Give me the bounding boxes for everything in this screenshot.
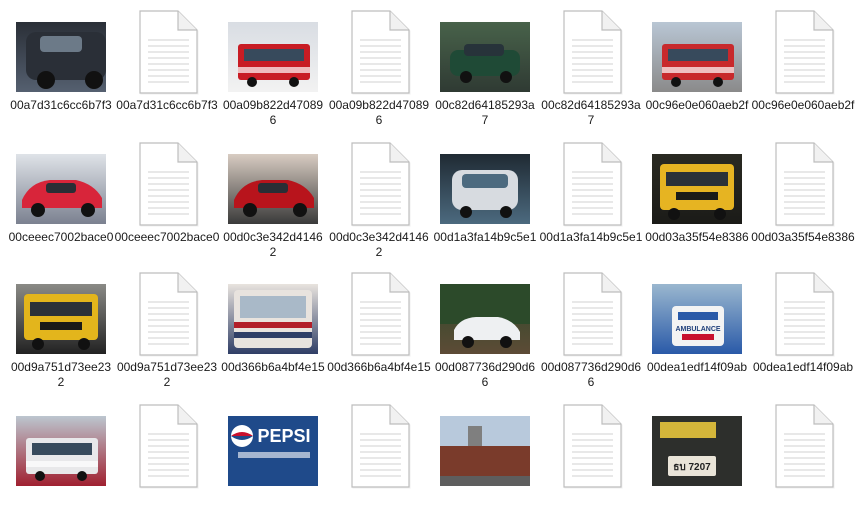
photo-ambulance-icon: AMBULANCE — [652, 284, 742, 354]
image-file-item[interactable]: 00ceeec7002bace0 — [8, 140, 114, 270]
file-name-label: 00c96e0e060aeb2f — [751, 98, 855, 112]
document-icon — [770, 10, 836, 96]
document-file-item[interactable]: 00ceeec7002bace0 — [114, 140, 220, 270]
image-file-item[interactable]: PEPSI — [220, 402, 326, 532]
document-icon — [770, 272, 836, 358]
file-name-label: 00a09b822d470896 — [328, 98, 430, 127]
file-name-label: 00a7d31c6cc6b7f3 — [116, 98, 218, 112]
file-name-label: 00d0c3e342d41462 — [329, 230, 429, 259]
document-icon — [770, 142, 836, 228]
document-icon — [134, 10, 200, 96]
file-name-label: 00d1a3fa14b9c5e1 — [433, 230, 537, 244]
document-icon — [134, 404, 200, 490]
document-icon — [558, 142, 624, 228]
file-name-label: 00c82d64185293a7 — [541, 98, 641, 127]
file-name-label: 00d087736d290d66 — [540, 360, 642, 389]
document-file-item[interactable]: 00d366b6a4bf4e15 — [326, 270, 432, 400]
document-icon — [346, 142, 412, 228]
file-name-label: 00dea1edf14f09ab — [752, 360, 854, 374]
image-file-item[interactable]: ธบ 7207 — [644, 402, 750, 532]
document-icon — [558, 404, 624, 490]
file-name-label: 00ceeec7002bace0 — [114, 230, 220, 244]
file-name-label: 00a09b822d470896 — [222, 98, 324, 127]
file-name-label: 00d9a751d73ee232 — [116, 360, 218, 389]
document-file-item[interactable]: 00d9a751d73ee232 — [114, 270, 220, 400]
photo-green-car-icon — [440, 22, 530, 92]
photo-white-car-forest-icon — [440, 284, 530, 354]
photo-bus-street-icon — [16, 416, 106, 486]
file-name-label: 00a7d31c6cc6b7f3 — [10, 98, 112, 112]
document-file-item[interactable]: 00d1a3fa14b9c5e1 — [538, 140, 644, 270]
plate-text: ธบ 7207 — [673, 462, 711, 473]
image-file-item[interactable]: 00c82d64185293a7 — [432, 8, 538, 138]
photo-red-bus-icon — [652, 22, 742, 92]
document-file-item[interactable]: 00c96e0e060aeb2f — [750, 8, 855, 138]
image-file-item[interactable]: AMBULANCE 00dea1edf14f09ab — [644, 270, 750, 400]
file-name-label: 00d087736d290d66 — [434, 360, 536, 389]
document-file-item[interactable] — [114, 402, 220, 532]
file-name-label: 00c96e0e060aeb2f — [645, 98, 749, 112]
file-name-label: 00d366b6a4bf4e15 — [221, 360, 325, 374]
pepsi-label: PEPSI — [257, 426, 310, 446]
photo-dark-car-icon — [16, 22, 106, 92]
document-icon — [346, 272, 412, 358]
file-name-label: 00d03a35f54e8386 — [645, 230, 749, 244]
file-name-label: 00dea1edf14f09ab — [646, 360, 748, 374]
document-icon — [134, 272, 200, 358]
photo-red-hatchback-icon — [16, 154, 106, 224]
image-file-item[interactable]: 00a7d31c6cc6b7f3 — [8, 8, 114, 138]
document-file-item[interactable]: 00d03a35f54e8386 — [750, 140, 855, 270]
document-icon — [134, 142, 200, 228]
document-file-item[interactable]: 00a09b822d470896 — [326, 8, 432, 138]
file-name-label: 00c82d64185293a7 — [435, 98, 535, 127]
photo-yellow-bus-icon — [652, 154, 742, 224]
document-icon — [558, 10, 624, 96]
file-name-label: 00d0c3e342d41462 — [223, 230, 323, 259]
photo-red-white-bus-icon — [228, 22, 318, 92]
image-file-item[interactable]: 00d366b6a4bf4e15 — [220, 270, 326, 400]
document-file-item[interactable] — [538, 402, 644, 532]
file-name-label: 00d03a35f54e8386 — [751, 230, 855, 244]
photo-yellow-school-bus-icon — [16, 284, 106, 354]
document-icon — [346, 404, 412, 490]
image-file-item[interactable]: 00d087736d290d66 — [432, 270, 538, 400]
file-name-label: 00d366b6a4bf4e15 — [327, 360, 431, 374]
photo-vintage-bus-icon — [228, 284, 318, 354]
image-file-item[interactable]: 00a09b822d470896 — [220, 8, 326, 138]
photo-silver-van-icon — [440, 154, 530, 224]
image-file-item[interactable]: 00d0c3e342d41462 — [220, 140, 326, 270]
image-file-item[interactable] — [8, 402, 114, 532]
ambulance-label: AMBULANCE — [675, 326, 720, 333]
photo-red-sports-car-icon — [228, 154, 318, 224]
document-file-item[interactable]: 00d0c3e342d41462 — [326, 140, 432, 270]
document-file-item[interactable]: 00c82d64185293a7 — [538, 8, 644, 138]
image-file-item[interactable]: 00d1a3fa14b9c5e1 — [432, 140, 538, 270]
document-file-item[interactable]: 00d087736d290d66 — [538, 270, 644, 400]
image-file-item[interactable]: 00d9a751d73ee232 — [8, 270, 114, 400]
document-icon — [346, 10, 412, 96]
document-icon — [770, 404, 836, 490]
document-file-item[interactable]: 00dea1edf14f09ab — [750, 270, 855, 400]
image-file-item[interactable]: 00c96e0e060aeb2f — [644, 8, 750, 138]
image-file-item[interactable]: 00d03a35f54e8386 — [644, 140, 750, 270]
document-file-item[interactable] — [750, 402, 855, 532]
photo-license-plate-icon: ธบ 7207 — [652, 416, 742, 486]
photo-brick-street-icon — [440, 416, 530, 486]
file-name-label: 00d9a751d73ee232 — [10, 360, 112, 389]
document-icon — [558, 272, 624, 358]
photo-pepsi-sign-icon: PEPSI — [228, 416, 318, 486]
file-name-label: 00d1a3fa14b9c5e1 — [539, 230, 643, 244]
document-file-item[interactable] — [326, 402, 432, 532]
image-file-item[interactable] — [432, 402, 538, 532]
file-name-label: 00ceeec7002bace0 — [8, 230, 114, 244]
document-file-item[interactable]: 00a7d31c6cc6b7f3 — [114, 8, 220, 138]
